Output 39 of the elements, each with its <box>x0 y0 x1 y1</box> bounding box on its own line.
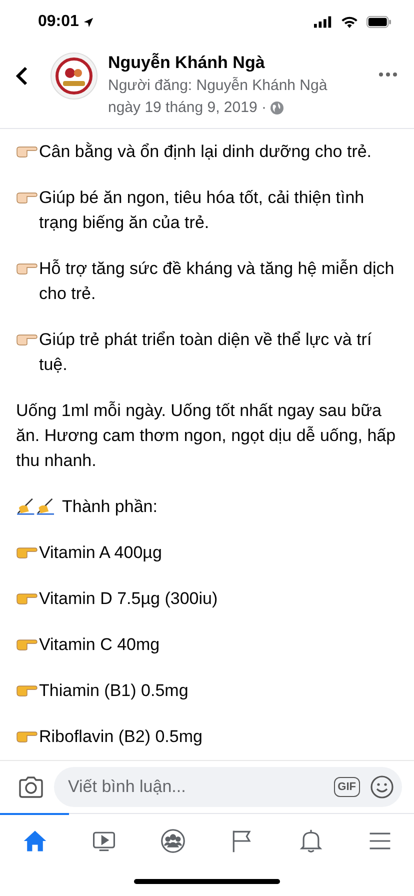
wifi-icon <box>341 16 358 28</box>
smiley-icon[interactable] <box>370 775 394 799</box>
pointing-hand-icon <box>16 729 38 743</box>
pointing-hand-icon <box>16 545 38 559</box>
post-text: Giúp trẻ phát triển toàn diện về thể lực và trí tuệ. <box>39 329 373 376</box>
back-chevron-icon <box>16 66 28 86</box>
post-text: Hỗ trợ tăng sức đề kháng và tăng hệ miễn dịch cho trẻ. <box>39 258 396 305</box>
post-text: Giúp bé ăn ngon, tiêu hóa tốt, cải thiện tình trạng biếng ăn của trẻ. <box>39 187 366 234</box>
pointing-hand-icon <box>16 144 38 158</box>
writing-hands-icon <box>16 497 56 515</box>
location-arrow-icon <box>82 16 94 28</box>
avatar-logo-icon <box>50 52 98 100</box>
pointing-hand-icon <box>16 190 38 204</box>
pointing-hand-icon <box>16 261 38 275</box>
pointing-hand-icon <box>16 637 38 651</box>
signal-icon <box>314 16 333 28</box>
pointing-hand-icon <box>16 683 38 697</box>
post-text: Cân bằng và ổn định lại dinh dưỡng cho trẻ. <box>39 141 373 163</box>
post-date: ngày 19 tháng 9, 2019 · <box>108 98 266 118</box>
author-name[interactable]: Nguyễn Khánh Ngà <box>108 52 368 74</box>
globe-icon <box>270 101 284 115</box>
pointing-hand-icon <box>16 332 38 346</box>
post-text: Vitamin A 400µg <box>39 542 163 564</box>
groups-icon <box>160 828 186 854</box>
post-text: Vitamin D 7.5µg (300iu) <box>39 588 219 610</box>
post-text: Riboflavin (B2) 0.5mg <box>39 726 204 748</box>
bell-icon <box>298 828 324 854</box>
status-time: 09:01 <box>38 13 79 31</box>
camera-button[interactable] <box>18 776 44 798</box>
post-text: Thành phần: <box>62 496 158 518</box>
posted-by: Người đăng: Nguyễn Khánh Ngà <box>108 76 328 96</box>
comment-field[interactable]: Viết bình luận... GIF <box>54 767 402 807</box>
pointing-hand-icon <box>16 591 38 605</box>
more-options-button[interactable] <box>378 72 398 77</box>
battery-icon <box>366 16 392 28</box>
gif-button[interactable]: GIF <box>334 777 360 797</box>
post-text: Uống 1ml mỗi ngày. Uống tốt nhất ngay sau bữa ăn. Hương cam thơm ngon, ngọt dịu dễ uống, hấp thu nhanh. <box>16 400 397 472</box>
post-text: Vitamin C 40mg <box>39 634 161 656</box>
post-text: Thiamin (B1) 0.5mg <box>39 680 190 702</box>
